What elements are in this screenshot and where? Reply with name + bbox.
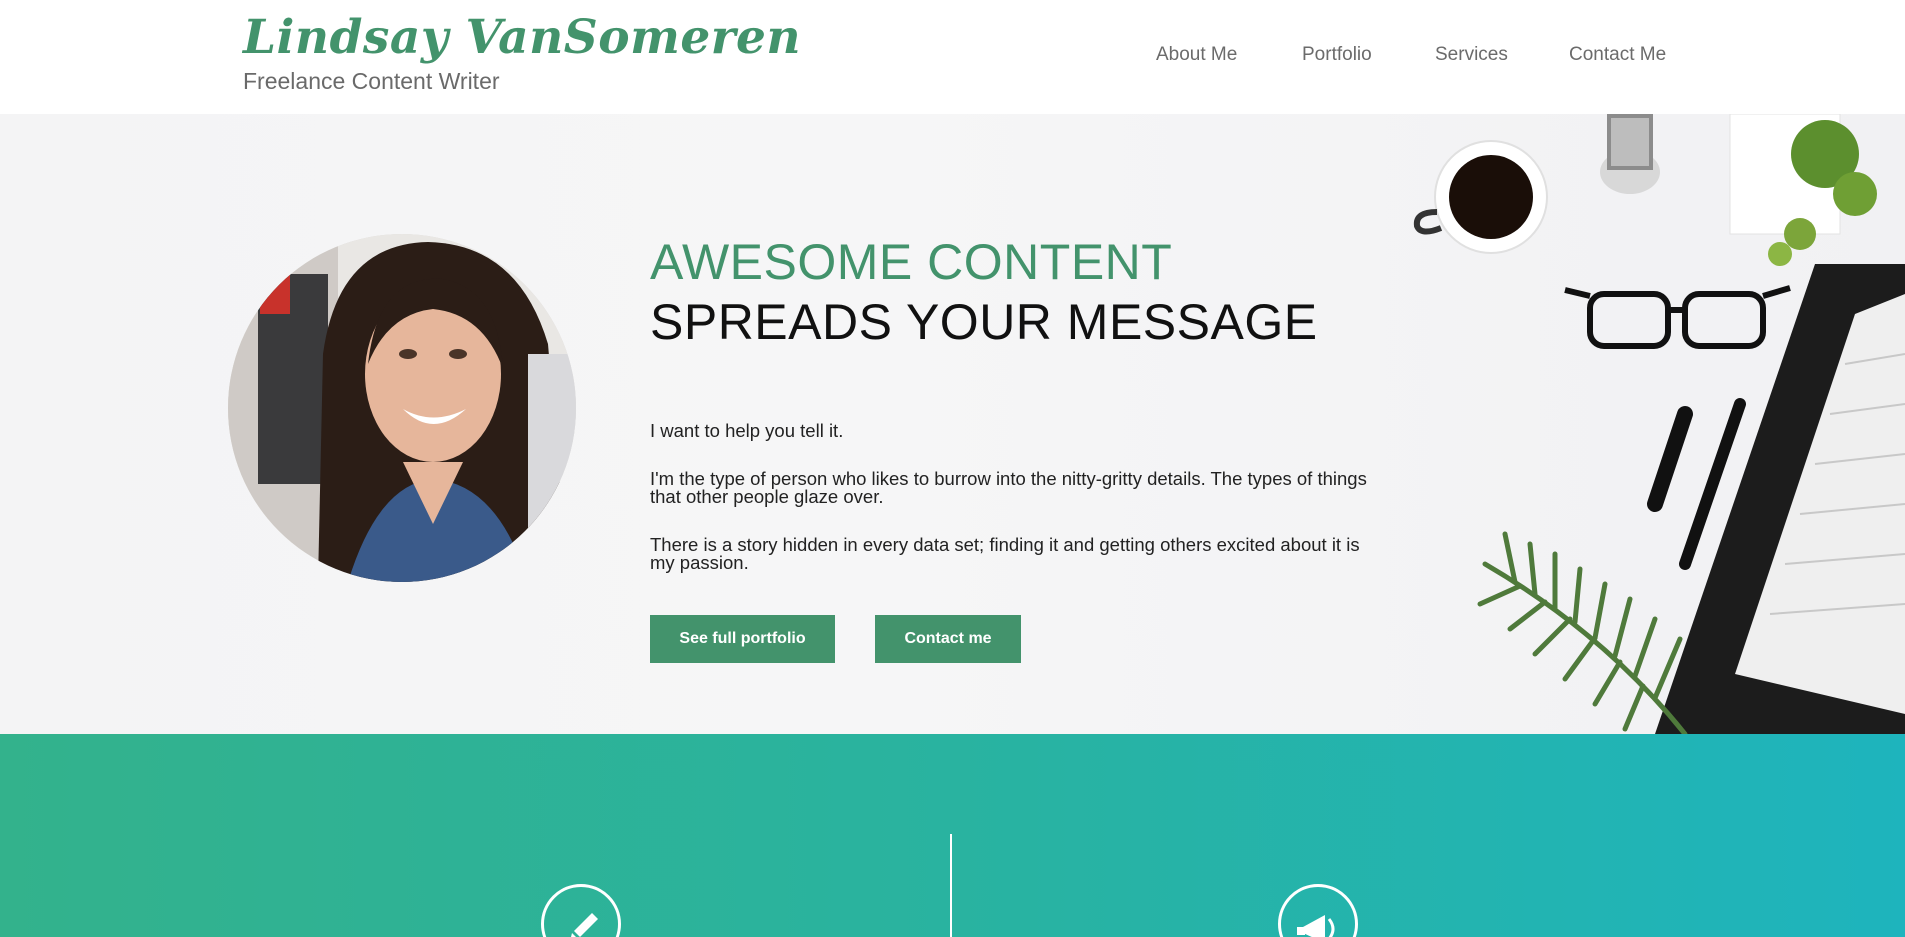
glasses-icon xyxy=(1564,285,1791,349)
tower-figurine-icon xyxy=(1600,114,1660,194)
hero-headline-accent: AWESOME CONTENT xyxy=(650,234,1173,290)
section-divider xyxy=(950,834,952,937)
megaphone-icon xyxy=(1278,884,1358,937)
main-nav: About Me Portfolio Services Contact Me xyxy=(0,44,1905,74)
hero-paragraph: I'm the type of person who likes to burr… xyxy=(650,468,1367,507)
potted-plant-icon xyxy=(1729,114,1877,266)
hero-section: AWESOME CONTENT SPREADS YOUR MESSAGE I w… xyxy=(0,114,1905,734)
pencil-icon xyxy=(541,884,621,937)
hero-headline-main: SPREADS YOUR MESSAGE xyxy=(650,294,1318,350)
nav-portfolio[interactable]: Portfolio xyxy=(1302,44,1372,66)
hero-paragraph: There is a story hidden in every data se… xyxy=(650,534,1360,573)
contact-me-button[interactable]: Contact me xyxy=(875,615,1021,663)
nav-services[interactable]: Services xyxy=(1435,44,1508,66)
nav-contact-me[interactable]: Contact Me xyxy=(1569,44,1666,66)
site-header: Lindsay VanSomeren Freelance Content Wri… xyxy=(0,0,1905,114)
hero-paragraph: I want to help you tell it. xyxy=(650,420,844,441)
desk-decoration-image xyxy=(1413,114,1905,734)
coffee-cup-icon xyxy=(1413,140,1548,254)
nav-about-me[interactable]: About Me xyxy=(1156,44,1237,66)
fern-leaf-icon xyxy=(1477,531,1688,734)
keyboard-icon xyxy=(1655,264,1905,734)
services-band xyxy=(0,734,1905,937)
profile-photo xyxy=(228,234,576,582)
see-portfolio-button[interactable]: See full portfolio xyxy=(650,615,835,663)
